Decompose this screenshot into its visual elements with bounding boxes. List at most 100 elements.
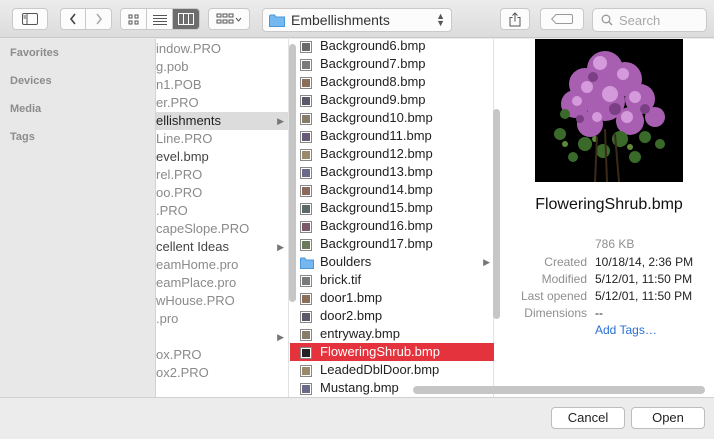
list-item[interactable]: capeSlope.PRO [156,220,288,238]
image-file-icon [300,76,312,89]
list-item-label: cellent Ideas [156,239,229,254]
last-opened-label: Last opened [520,289,587,303]
file-item[interactable]: brick.tif [290,271,494,289]
file-item[interactable]: FloweringShrub.bmp [290,343,494,361]
chevron-right-icon [95,13,102,25]
file-item[interactable]: LeadedDblDoor.bmp [290,361,494,379]
sidebar-section-tags[interactable]: Tags [10,131,35,143]
forward-button[interactable] [86,9,111,29]
list-item[interactable]: ▶ [156,328,288,346]
location-label: Embellishments [291,12,390,28]
icon-view-button[interactable] [121,9,147,29]
image-file-icon [300,112,312,125]
list-item[interactable]: g.pob [156,58,288,76]
file-item[interactable]: entryway.bmp [290,325,494,343]
horizontal-scrollbar[interactable] [413,386,705,394]
image-file-icon [300,58,312,71]
list-item[interactable]: ox2.PRO [156,364,288,382]
image-file-icon [300,220,312,233]
file-item[interactable]: Background10.bmp [290,109,494,127]
file-item[interactable]: Background12.bmp [290,145,494,163]
file-item[interactable]: Background7.bmp [290,55,494,73]
file-item[interactable]: Background13.bmp [290,163,494,181]
list-item[interactable]: .PRO [156,202,288,220]
file-item[interactable]: door1.bmp [290,289,494,307]
file-item[interactable]: Background17.bmp [290,235,494,253]
file-item[interactable]: Background14.bmp [290,181,494,199]
back-button[interactable] [61,9,87,29]
list-item[interactable]: ox.PRO [156,346,288,364]
list-item-label: eamPlace.pro [156,275,237,290]
preview-filename: FloweringShrub.bmp [535,196,683,213]
list-item[interactable]: .pro [156,310,288,328]
image-file-icon [300,274,312,287]
column-view-button[interactable] [173,9,199,29]
parent-folder-column: indow.PRO g.pob n1.POB er.PRO ellishments ▶ Li… [156,39,289,397]
list-item-label: er.PRO [156,95,199,110]
file-item[interactable]: Background16.bmp [290,217,494,235]
list-item[interactable]: Line.PRO [156,130,288,148]
list-item[interactable]: evel.bmp [156,148,288,166]
file-item[interactable]: Background8.bmp [290,73,494,91]
file-item-label: Mustang.bmp [320,380,399,395]
file-item-label: Background17.bmp [320,236,433,251]
list-view-button[interactable] [147,9,173,29]
chevron-left-icon [69,13,76,25]
chevron-up-down-icon: ▲ ▼ [436,11,445,28]
image-file-icon [300,292,312,305]
file-item[interactable]: Background9.bmp [290,91,494,109]
disclosure-arrow-icon: ▶ [277,332,284,342]
flowering-shrub-image [535,39,683,182]
list-item-label: ox.PRO [156,347,202,362]
list-item[interactable]: indow.PRO [156,40,288,58]
tags-button[interactable] [540,8,584,30]
list-item[interactable]: ellishments ▶ [156,112,288,130]
sidebar-section-media[interactable]: Media [10,103,41,115]
preview-size: 786 KB [595,237,635,251]
sidebar-section-devices[interactable]: Devices [10,75,52,87]
cancel-button[interactable]: Cancel [551,407,625,429]
list-item-label: eamHome.pro [156,257,239,272]
open-button[interactable]: Open [631,407,705,429]
list-item[interactable]: cellent Ideas ▶ [156,238,288,256]
list-item[interactable]: rel.PRO [156,166,288,184]
image-file-icon [300,202,312,215]
list-item-label: evel.bmp [156,149,209,164]
sidebar: Favorites Devices Media Tags [0,39,156,397]
list-item[interactable]: er.PRO [156,94,288,112]
folder-item[interactable]: Boulders ▶ [290,253,494,271]
dimensions-value: -- [595,306,603,320]
preview-pane: FloweringShrub.bmp 786 KB Created 10/18/… [495,39,714,397]
list-item-label: oo.PRO [156,185,203,200]
search-input[interactable]: Search [592,8,707,32]
list-item-label: ox2.PRO [156,365,209,380]
arrange-button[interactable] [208,8,250,30]
last-opened-value: 5/12/01, 11:50 PM [595,289,693,303]
list-item-label: wHouse.PRO [156,293,235,308]
disclosure-arrow-icon: ▶ [483,257,490,267]
file-item[interactable]: Background15.bmp [290,199,494,217]
file-item-label: Background16.bmp [320,218,433,233]
file-item[interactable]: Background11.bmp [290,127,494,145]
file-item-label: FloweringShrub.bmp [320,344,440,359]
file-item-label: Boulders [320,254,372,269]
list-item[interactable]: eamHome.pro [156,256,288,274]
list-item[interactable]: wHouse.PRO [156,292,288,310]
sidebar-toggle-button[interactable] [12,8,48,30]
list-item[interactable]: n1.POB [156,76,288,94]
image-file-icon [300,166,312,179]
file-item[interactable]: door2.bmp [290,307,494,325]
add-tags-link[interactable]: Add Tags… [595,323,657,337]
image-file-icon [300,364,312,377]
grid-icon [128,14,139,24]
image-file-icon [300,328,312,341]
location-popup[interactable]: Embellishments ▲ ▼ [262,8,452,32]
list-item[interactable]: eamPlace.pro [156,274,288,292]
list-item-label: rel.PRO [156,167,203,182]
list-item[interactable]: oo.PRO [156,184,288,202]
share-button[interactable] [500,8,530,30]
sidebar-section-favorites[interactable]: Favorites [10,47,59,59]
file-item[interactable]: Background6.bmp [290,39,494,55]
list-item-label: ellishments [156,113,222,128]
list-item-label: n1.POB [156,77,202,92]
